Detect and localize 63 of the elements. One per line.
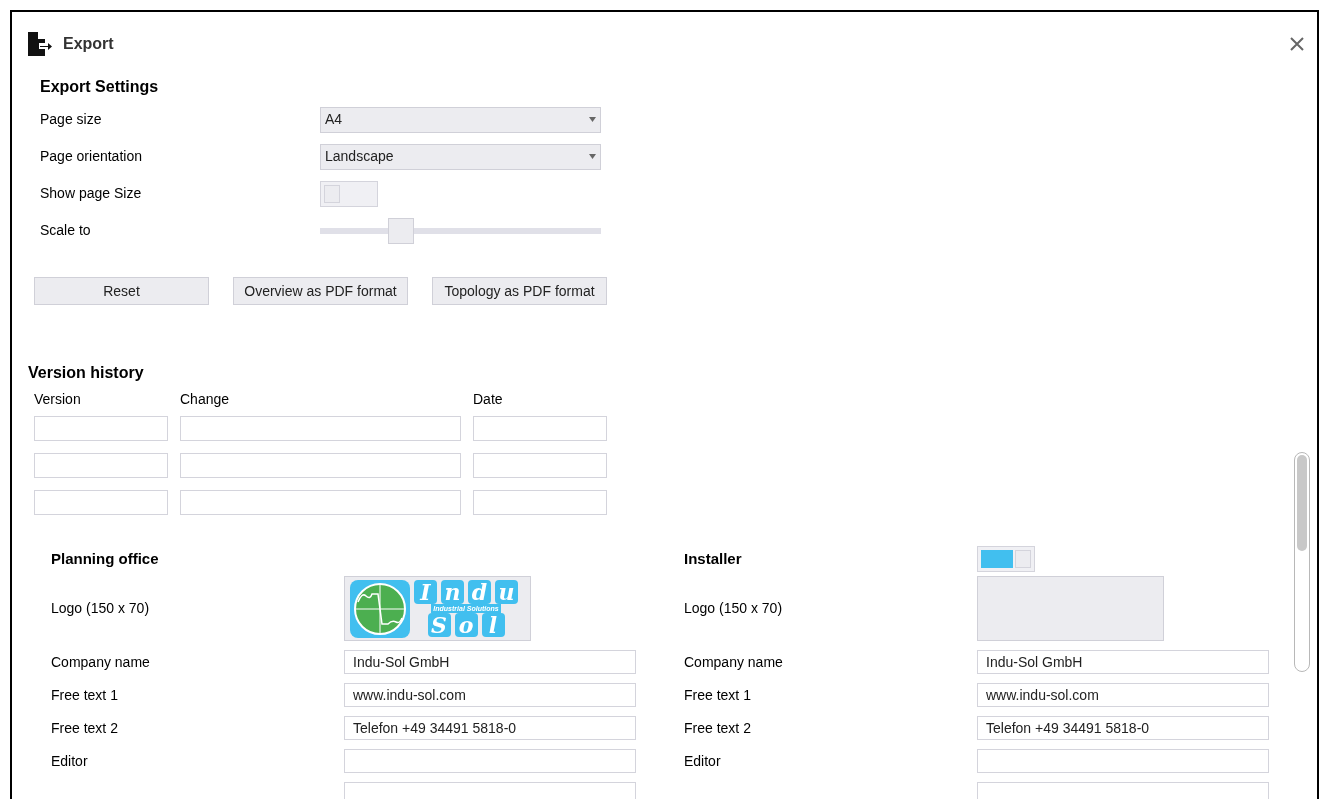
text-field[interactable]: www.indu-sol.com xyxy=(344,683,636,707)
oscilloscope-logo-icon xyxy=(350,579,410,638)
text-field[interactable]: Indu-Sol GmbH xyxy=(344,650,636,674)
text-field[interactable]: Indu-Sol GmbH xyxy=(977,650,1269,674)
setting-label: Page size xyxy=(40,110,103,129)
field-label: Free text 1 xyxy=(51,687,118,703)
field-label: Free text 2 xyxy=(51,720,118,736)
section-heading: Planning office xyxy=(51,548,160,569)
field-label: Editor xyxy=(51,753,88,769)
field-label: Company name xyxy=(51,654,150,670)
table-input-field[interactable] xyxy=(180,416,461,441)
table-input-field[interactable] xyxy=(34,416,168,441)
setting-label: Show page Size xyxy=(40,184,143,203)
column-header: Version xyxy=(34,389,82,409)
field-label: Logo (150 x 70) xyxy=(51,599,151,618)
text-field[interactable]: Telefon +49 34491 5818-0 xyxy=(344,716,636,740)
dropdown[interactable]: Landscape xyxy=(320,143,601,170)
scrollbar[interactable] xyxy=(1294,452,1310,672)
text-field[interactable] xyxy=(977,749,1269,773)
table-input-field[interactable] xyxy=(34,490,168,515)
text-field[interactable] xyxy=(977,782,1269,799)
logo-letter: n xyxy=(441,580,464,604)
table-input-field[interactable] xyxy=(473,453,607,478)
table-input-field[interactable] xyxy=(473,416,607,441)
dropdown[interactable]: A4 xyxy=(320,106,601,133)
section-heading: Version history xyxy=(28,363,145,383)
logo-letter: S xyxy=(427,613,451,637)
section-heading: Export Settings xyxy=(40,77,160,97)
scrollbar-thumb[interactable] xyxy=(1297,455,1307,551)
action-button[interactable]: Reset xyxy=(34,277,209,305)
toggle-switch[interactable] xyxy=(977,546,1035,572)
column-header: Date xyxy=(473,389,504,409)
field-label: Company name xyxy=(684,654,783,670)
action-button[interactable]: Topology as PDF format xyxy=(432,277,607,305)
field-label: Logo (150 x 70) xyxy=(684,599,784,618)
text-field[interactable]: Telefon +49 34491 5818-0 xyxy=(977,716,1269,740)
field-label: Free text 1 xyxy=(684,687,751,703)
text-field[interactable]: www.indu-sol.com xyxy=(977,683,1269,707)
text-field[interactable] xyxy=(344,749,636,773)
document-export-icon xyxy=(27,31,53,57)
logo-letter: d xyxy=(468,580,491,604)
setting-label: Scale to xyxy=(40,221,92,240)
table-input-field[interactable] xyxy=(473,490,607,515)
field-label: Free text 2 xyxy=(684,720,751,736)
logo-letter: I xyxy=(414,580,437,604)
caret-icon xyxy=(589,154,596,159)
table-input-field[interactable] xyxy=(34,453,168,478)
action-button[interactable]: Overview as PDF format xyxy=(233,277,408,305)
logo-letter: l xyxy=(481,613,505,637)
logo-letter: u xyxy=(495,580,518,604)
logo-letter: o xyxy=(454,613,478,637)
setting-label: Page orientation xyxy=(40,147,143,166)
table-input-field[interactable] xyxy=(180,490,461,515)
slider-thumb[interactable] xyxy=(388,217,415,244)
table-input-field[interactable] xyxy=(180,453,461,478)
field-label: Editor xyxy=(684,753,721,769)
toggle-switch[interactable] xyxy=(320,180,378,207)
text-field[interactable] xyxy=(344,782,636,799)
section-heading: Installer xyxy=(684,548,743,569)
close-icon xyxy=(1290,37,1304,51)
caret-icon xyxy=(589,117,596,122)
column-header: Change xyxy=(180,389,231,409)
window-title: Export xyxy=(63,34,114,54)
